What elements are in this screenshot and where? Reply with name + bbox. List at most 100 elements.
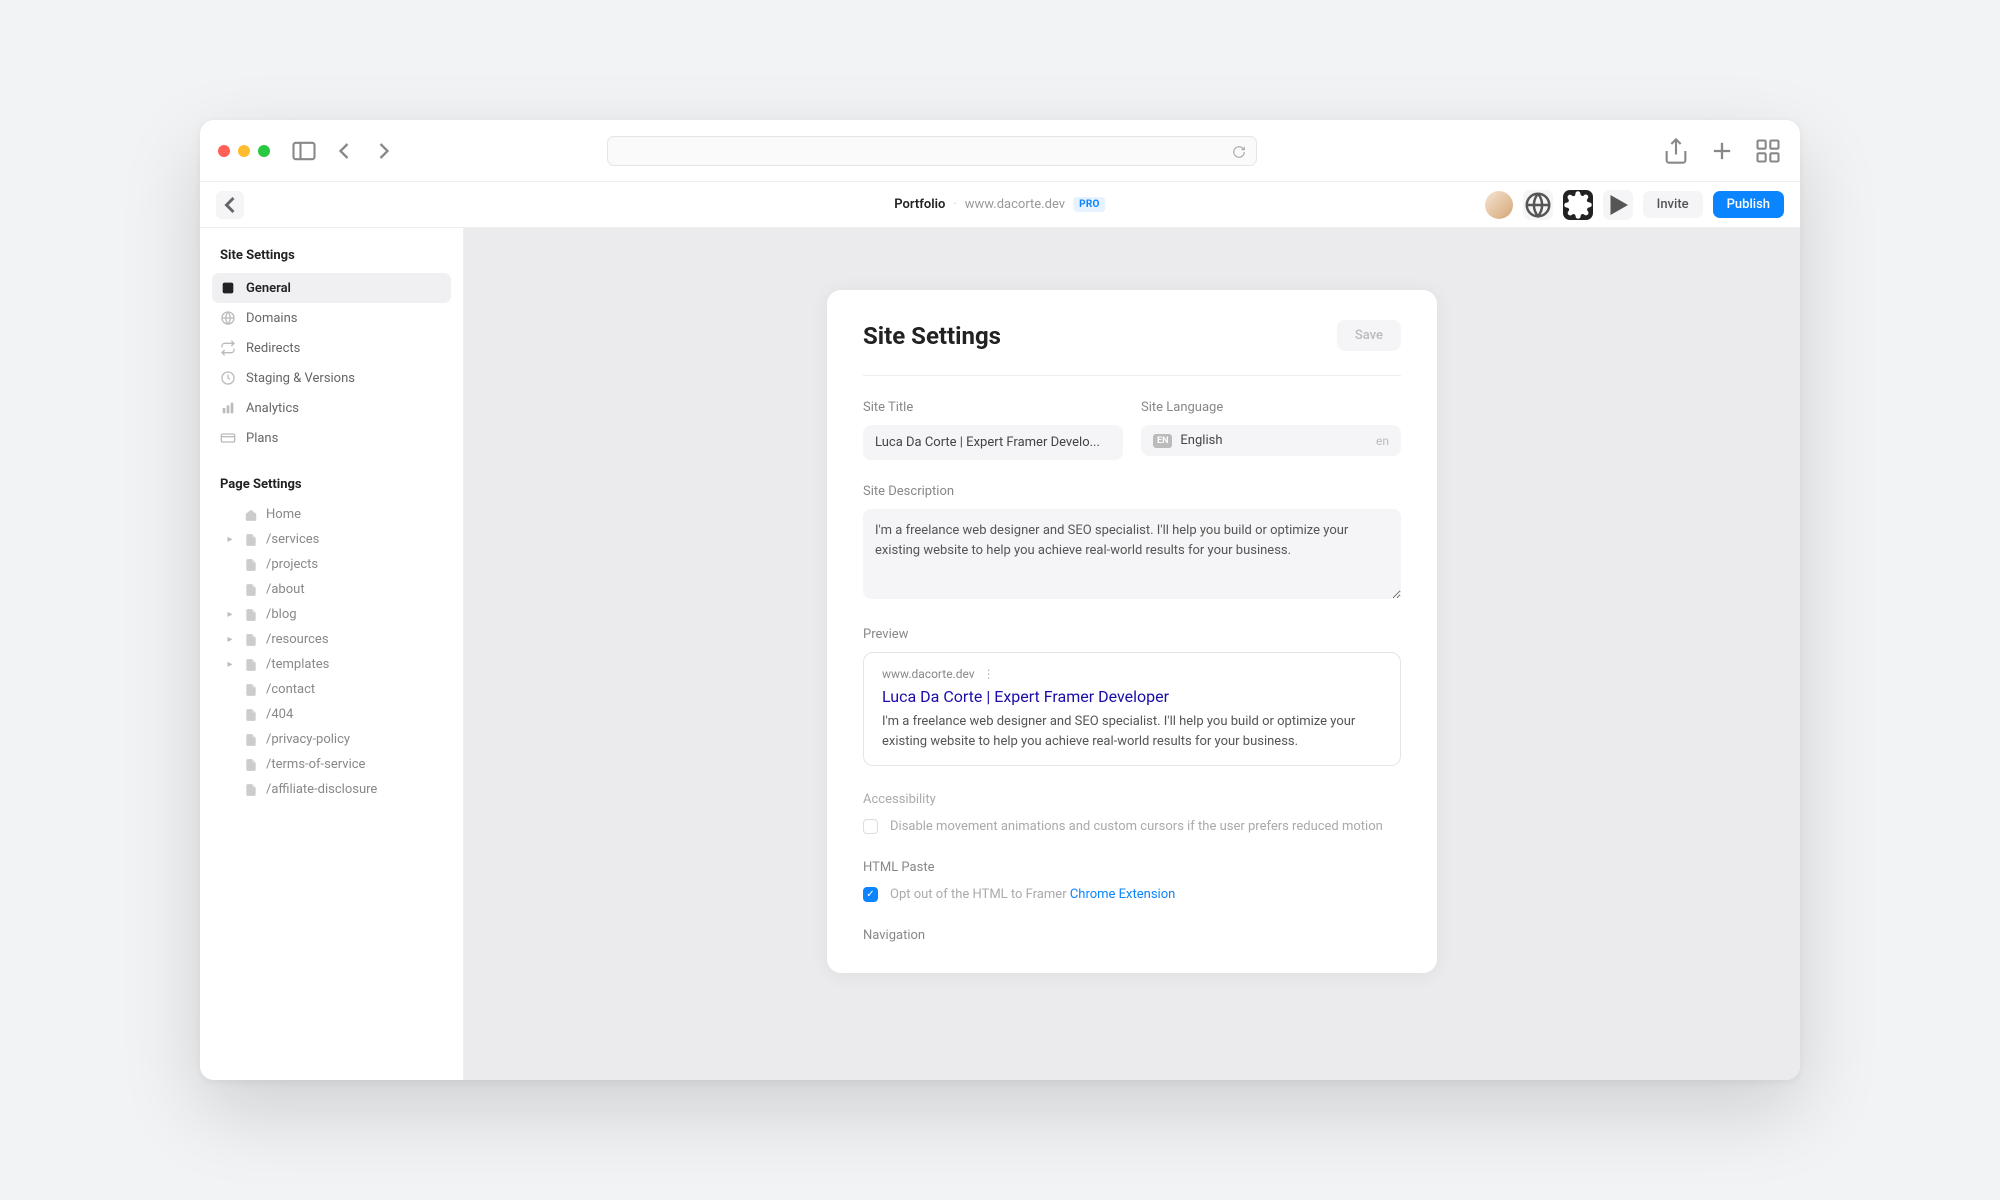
- html-paste-label: HTML Paste: [863, 860, 1401, 875]
- preview-description: I'm a freelance web designer and SEO spe…: [882, 712, 1382, 751]
- redirect-icon: [220, 340, 236, 356]
- sidebar-toggle-icon[interactable]: [290, 137, 318, 165]
- page-item--affiliate-disclosure[interactable]: /affiliate-disclosure: [218, 777, 451, 802]
- project-domain: www.dacorte.dev: [965, 197, 1065, 212]
- page-icon: [244, 708, 258, 722]
- header-title-group: Portfolio · www.dacorte.dev PRO: [894, 197, 1105, 212]
- preview-label: Preview: [863, 627, 1401, 642]
- reload-icon[interactable]: [1232, 144, 1246, 158]
- page-item-label: /projects: [266, 557, 318, 572]
- checkbox-icon[interactable]: [863, 819, 878, 834]
- site-language-label: Site Language: [1141, 400, 1401, 415]
- page-item--blog[interactable]: ▸/blog: [218, 602, 451, 627]
- maximize-window[interactable]: [258, 145, 270, 157]
- sidebar-item-general[interactable]: General: [212, 273, 451, 303]
- html-paste-text: Opt out of the HTML to Framer Chrome Ext…: [890, 887, 1175, 902]
- browser-window: Portfolio · www.dacorte.dev PRO Invite P…: [200, 120, 1800, 1080]
- page-item--projects[interactable]: /projects: [218, 552, 451, 577]
- language-value: English: [1180, 433, 1222, 448]
- page-icon: [244, 683, 258, 697]
- checkbox-checked-icon[interactable]: ✓: [863, 887, 878, 902]
- sidebar-item-plans[interactable]: Plans: [212, 423, 451, 453]
- new-tab-icon[interactable]: [1708, 137, 1736, 165]
- page-item-home[interactable]: Home: [218, 502, 451, 527]
- site-language-select[interactable]: EN English en: [1141, 425, 1401, 456]
- plan-badge: PRO: [1073, 197, 1106, 212]
- browser-toolbar: [200, 120, 1800, 182]
- share-icon[interactable]: [1662, 137, 1690, 165]
- globe-icon[interactable]: [1523, 190, 1553, 220]
- publish-button[interactable]: Publish: [1713, 191, 1784, 218]
- minimize-window[interactable]: [238, 145, 250, 157]
- sidebar-item-domains[interactable]: Domains: [212, 303, 451, 333]
- page-item-label: /terms-of-service: [266, 757, 365, 772]
- preview-title: Luca Da Corte | Expert Framer Developer: [882, 687, 1382, 706]
- sidebar-item-redirects[interactable]: Redirects: [212, 333, 451, 363]
- clock-icon: [220, 370, 236, 386]
- language-code: en: [1376, 434, 1389, 448]
- nav-forward-icon[interactable]: [370, 137, 398, 165]
- settings-card: Site Settings Save Site Title Site Langu…: [827, 290, 1437, 973]
- settings-icon[interactable]: [1563, 190, 1593, 220]
- accessibility-label: Accessibility: [863, 792, 1401, 807]
- page-item--contact[interactable]: /contact: [218, 677, 451, 702]
- page-item--[interactable]: /404: [218, 702, 451, 727]
- page-item-label: /privacy-policy: [266, 732, 350, 747]
- site-title-input[interactable]: [863, 425, 1123, 460]
- sidebar-item-label: Staging & Versions: [246, 371, 355, 386]
- search-preview: www.dacorte.dev ⋮ Luca Da Corte | Expert…: [863, 652, 1401, 766]
- tabs-overview-icon[interactable]: [1754, 137, 1782, 165]
- sidebar-item-label: Plans: [246, 431, 278, 446]
- accessibility-option[interactable]: Disable movement animations and custom c…: [863, 819, 1401, 834]
- accessibility-text: Disable movement animations and custom c…: [890, 819, 1383, 834]
- html-paste-option[interactable]: ✓ Opt out of the HTML to Framer Chrome E…: [863, 887, 1401, 902]
- chrome-extension-link[interactable]: Chrome Extension: [1070, 887, 1175, 902]
- invite-button[interactable]: Invite: [1643, 191, 1703, 218]
- page-item--resources[interactable]: ▸/resources: [218, 627, 451, 652]
- nav-back-icon[interactable]: [330, 137, 358, 165]
- page-item--terms-of-service[interactable]: /terms-of-service: [218, 752, 451, 777]
- sidebar-item-analytics[interactable]: Analytics: [212, 393, 451, 423]
- caret-icon: ▸: [224, 659, 236, 670]
- page-icon: [244, 533, 258, 547]
- settings-sidebar: Site Settings General Domains Redirects Sta…: [200, 228, 464, 1080]
- page-item--templates[interactable]: ▸ /templates: [218, 652, 451, 677]
- page-icon: [244, 608, 258, 622]
- site-description-input[interactable]: [863, 509, 1401, 599]
- avatar[interactable]: [1485, 191, 1513, 219]
- page-item--privacy-policy[interactable]: /privacy-policy: [218, 727, 451, 752]
- language-badge: EN: [1153, 434, 1172, 448]
- page-icon: [244, 583, 258, 597]
- url-bar[interactable]: [607, 136, 1257, 166]
- site-settings-heading: Site Settings: [212, 244, 451, 267]
- project-title: Portfolio: [894, 197, 945, 212]
- page-item-label: /templates: [266, 657, 329, 672]
- play-icon[interactable]: [1603, 190, 1633, 220]
- square-icon: [220, 280, 236, 296]
- canvas: Site Settings Save Site Title Site Langu…: [464, 228, 1800, 1080]
- sidebar-item-label: Analytics: [246, 401, 299, 416]
- site-description-label: Site Description: [863, 484, 1401, 499]
- page-item--about[interactable]: /about: [218, 577, 451, 602]
- caret-icon: ▸: [224, 534, 236, 545]
- sidebar-item-label: Redirects: [246, 341, 300, 356]
- page-icon: [244, 633, 258, 647]
- sidebar-item-label: Domains: [246, 311, 297, 326]
- page-icon: [244, 558, 258, 572]
- sidebar-item-label: General: [246, 281, 291, 296]
- page-item-label: /404: [266, 707, 293, 722]
- save-button[interactable]: Save: [1337, 320, 1401, 351]
- sidebar-item-staging-versions[interactable]: Staging & Versions: [212, 363, 451, 393]
- app-header: Portfolio · www.dacorte.dev PRO Invite P…: [200, 182, 1800, 228]
- caret-icon: ▸: [224, 634, 236, 645]
- page-item-label: Home: [266, 507, 301, 522]
- card-title: Site Settings: [863, 322, 1001, 350]
- card-icon: [220, 430, 236, 446]
- preview-url: www.dacorte.dev: [882, 667, 975, 681]
- traffic-lights: [218, 145, 270, 157]
- caret-icon: ▸: [224, 609, 236, 620]
- close-window[interactable]: [218, 145, 230, 157]
- page-icon: [244, 733, 258, 747]
- page-item--services[interactable]: ▸/services: [218, 527, 451, 552]
- back-button[interactable]: [216, 191, 244, 219]
